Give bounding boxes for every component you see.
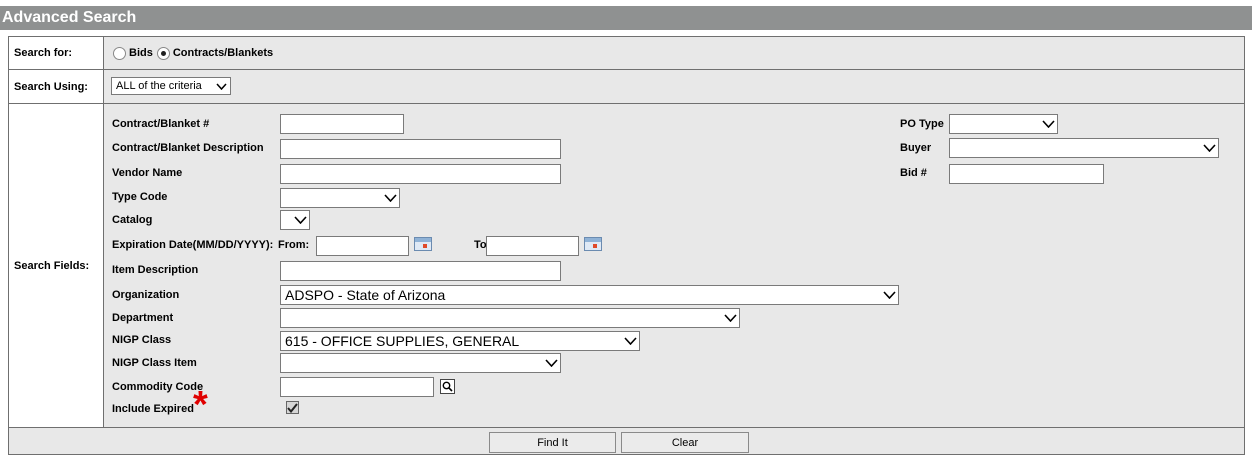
item-description-input[interactable]	[280, 261, 561, 281]
chevron-down-icon	[293, 211, 307, 229]
chevron-down-icon	[1202, 139, 1216, 157]
expiration-from-input[interactable]	[316, 236, 409, 256]
expiration-to-label: To	[474, 239, 487, 251]
required-asterisk: *	[193, 384, 208, 426]
search-using-row: Search Using: ALL of the criteria	[9, 70, 1244, 104]
expiration-from-label: From:	[278, 239, 310, 251]
department-select[interactable]	[280, 308, 740, 328]
contract-description-label: Contract/Blanket Description	[112, 142, 264, 154]
include-expired-label: Include Expired	[112, 403, 194, 415]
nigp-class-label: NIGP Class	[112, 334, 172, 346]
chevron-down-icon	[882, 286, 896, 304]
contract-number-label: Contract/Blanket #	[112, 118, 210, 130]
organization-select[interactable]: ADSPO - State of Arizona	[280, 285, 899, 305]
lookup-icon[interactable]	[440, 379, 455, 394]
search-for-label: Search for:	[9, 37, 104, 69]
search-using-select[interactable]: ALL of the criteria	[111, 77, 231, 95]
commodity-code-label: Commodity Code	[112, 381, 204, 393]
item-description-label: Item Description	[112, 264, 199, 276]
chevron-down-icon	[723, 309, 737, 327]
nigp-class-select[interactable]: 615 - OFFICE SUPPLIES, GENERAL	[280, 331, 640, 351]
chevron-down-icon	[383, 189, 397, 207]
chevron-down-icon	[1041, 115, 1055, 133]
type-code-label: Type Code	[112, 191, 168, 203]
search-for-row: Search for: Bids Contracts/Blankets	[9, 37, 1244, 70]
bids-radio[interactable]	[113, 46, 126, 60]
nigp-class-item-select[interactable]	[280, 353, 561, 373]
contract-number-input[interactable]	[280, 114, 404, 134]
catalog-select[interactable]	[280, 210, 310, 230]
expiration-date-label: Expiration Date(MM/DD/YYYY):	[112, 239, 274, 251]
po-type-label: PO Type	[900, 118, 944, 130]
bid-number-input[interactable]	[949, 164, 1104, 184]
clear-button[interactable]: Clear	[621, 432, 749, 453]
type-code-select[interactable]	[280, 188, 400, 208]
advanced-search-form: Search for: Bids Contracts/Blankets Sear…	[8, 36, 1245, 455]
department-label: Department	[112, 312, 174, 324]
expiration-to-input[interactable]	[486, 236, 579, 256]
bids-radio-label: Bids	[129, 47, 153, 59]
buttons-row: Find It Clear	[9, 428, 1244, 456]
commodity-code-input[interactable]	[280, 377, 434, 397]
calendar-icon[interactable]	[584, 237, 602, 251]
chevron-down-icon	[214, 78, 228, 94]
page-title: Advanced Search	[0, 6, 1252, 30]
contracts-blankets-radio[interactable]	[156, 46, 170, 60]
search-fields-row: Search Fields: Contract/Blanket # Contra…	[9, 104, 1244, 428]
organization-label: Organization	[112, 289, 180, 301]
search-using-label: Search Using:	[9, 70, 104, 103]
calendar-icon[interactable]	[414, 237, 432, 251]
find-it-button[interactable]: Find It	[489, 432, 616, 453]
vendor-name-label: Vendor Name	[112, 167, 183, 179]
contracts-blankets-radio-label: Contracts/Blankets	[172, 47, 274, 59]
buyer-label: Buyer	[900, 142, 932, 154]
include-expired-checkbox[interactable]	[286, 401, 299, 414]
chevron-down-icon	[623, 332, 637, 350]
catalog-label: Catalog	[112, 214, 153, 226]
bid-number-label: Bid #	[900, 167, 927, 179]
chevron-down-icon	[544, 354, 558, 372]
search-fields-label: Search Fields:	[9, 104, 104, 427]
contract-description-input[interactable]	[280, 139, 561, 159]
nigp-class-item-label: NIGP Class Item	[112, 357, 197, 369]
buyer-select[interactable]	[949, 138, 1219, 158]
po-type-select[interactable]	[949, 114, 1058, 134]
vendor-name-input[interactable]	[280, 164, 561, 184]
